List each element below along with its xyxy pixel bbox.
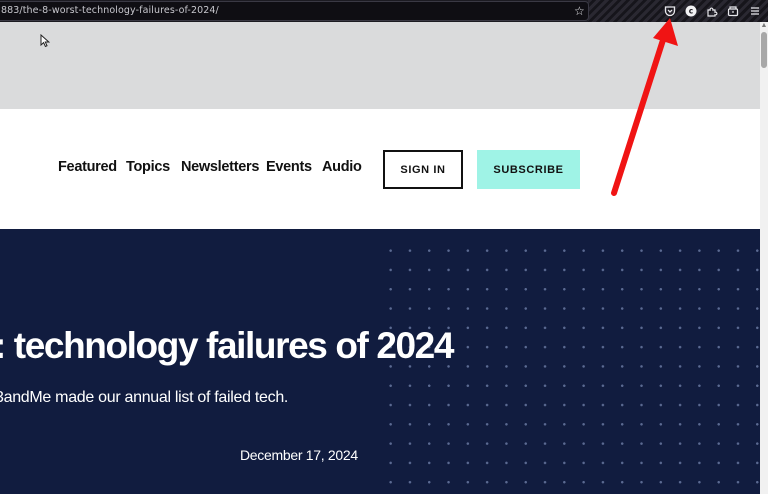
dot-pattern <box>381 241 760 494</box>
nav-events[interactable]: Events <box>266 159 312 175</box>
browser-toolbar: 883/the-8-worst-technology-failures-of-2… <box>0 0 768 22</box>
extensions-icon[interactable] <box>704 3 720 19</box>
address-bar[interactable]: 883/the-8-worst-technology-failures-of-2… <box>0 1 589 21</box>
web-page: Featured Topics Newsletters Events Audio… <box>0 22 760 494</box>
article-subtitle: 3andMe made our annual list of failed te… <box>0 389 289 406</box>
scrollbar-thumb[interactable] <box>761 32 767 68</box>
nav-featured[interactable]: Featured <box>58 159 117 175</box>
article-title: : technology failures of 2024 <box>0 325 454 366</box>
site-header: Featured Topics Newsletters Events Audio… <box>0 109 760 229</box>
menu-icon[interactable] <box>747 3 763 19</box>
nav-topics[interactable]: Topics <box>126 159 170 175</box>
theme-background <box>588 0 768 22</box>
containers-icon[interactable] <box>725 3 741 19</box>
article-date: December 17, 2024 <box>240 447 358 463</box>
page-scrollbar[interactable]: ▲ <box>760 22 768 494</box>
sign-in-button[interactable]: SIGN IN <box>383 150 463 189</box>
profile-letter: c <box>689 7 693 16</box>
nav-newsletters[interactable]: Newsletters <box>181 159 259 175</box>
article-hero: : technology failures of 2024 3andMe mad… <box>0 229 760 494</box>
pocket-icon[interactable] <box>662 3 678 19</box>
mouse-cursor-icon <box>40 34 50 48</box>
bookmark-star-icon[interactable]: ☆ <box>574 4 585 18</box>
ad-banner-placeholder <box>0 22 760 109</box>
url-text[interactable]: 883/the-8-worst-technology-failures-of-2… <box>1 5 219 16</box>
scroll-up-arrow-icon[interactable]: ▲ <box>760 22 768 30</box>
nav-audio[interactable]: Audio <box>322 159 362 175</box>
subscribe-button[interactable]: SUBSCRIBE <box>477 150 580 189</box>
profile-icon[interactable]: c <box>683 3 699 19</box>
